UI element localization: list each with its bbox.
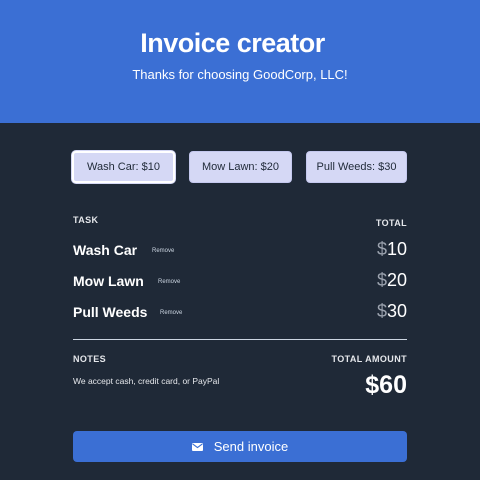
total-column-header: TOTAL (375, 218, 407, 228)
task-amount: 30 (386, 301, 407, 321)
service-button-mow-lawn[interactable]: Mow Lawn: $20 (189, 151, 292, 183)
currency-symbol: $ (376, 301, 387, 321)
task-name: Wash Car (73, 242, 138, 258)
invoice-body: Wash Car: $10 Mow Lawn: $20 Pull Weeds: … (0, 123, 480, 480)
remove-task-button[interactable]: Remove (152, 248, 174, 254)
notes-text: We accept cash, credit card, or PayPal (73, 376, 220, 386)
notes-header: NOTES (73, 354, 107, 364)
task-amount: 20 (386, 270, 407, 290)
send-invoice-label: Send invoice (213, 439, 289, 454)
header: Invoice creator Thanks for choosing Good… (0, 0, 480, 123)
remove-task-button[interactable]: Remove (160, 310, 182, 316)
service-button-pull-weeds[interactable]: Pull Weeds: $30 (306, 151, 407, 183)
task-price: $20 (377, 270, 407, 291)
task-name: Mow Lawn (73, 273, 144, 289)
service-button-label: Wash Car: $10 (87, 161, 160, 173)
task-price: $30 (377, 301, 407, 322)
divider (73, 339, 407, 340)
page-subtitle: Thanks for choosing GoodCorp, LLC! (132, 67, 348, 82)
task-price: $10 (377, 239, 407, 260)
task-row: Mow Lawn Remove $20 (73, 270, 407, 296)
total-amount: $60 (365, 371, 407, 399)
task-amount: 10 (386, 239, 407, 259)
total-amount-header: TOTAL AMOUNT (331, 354, 407, 364)
service-button-wash-car[interactable]: Wash Car: $10 (72, 151, 175, 183)
service-button-label: Mow Lawn: $20 (201, 161, 280, 173)
send-invoice-button[interactable]: Send invoice (73, 431, 407, 462)
task-row: Pull Weeds Remove $30 (73, 301, 407, 327)
envelope-icon (191, 442, 203, 451)
remove-task-button[interactable]: Remove (158, 279, 180, 285)
task-column-header: TASK (73, 215, 99, 225)
service-button-label: Pull Weeds: $30 (316, 161, 397, 173)
currency-symbol: $ (376, 239, 387, 259)
page-title: Invoice creator (140, 28, 325, 58)
task-row: Wash Car Remove $10 (73, 239, 407, 265)
currency-symbol: $ (376, 270, 387, 290)
task-name: Pull Weeds (73, 304, 148, 320)
